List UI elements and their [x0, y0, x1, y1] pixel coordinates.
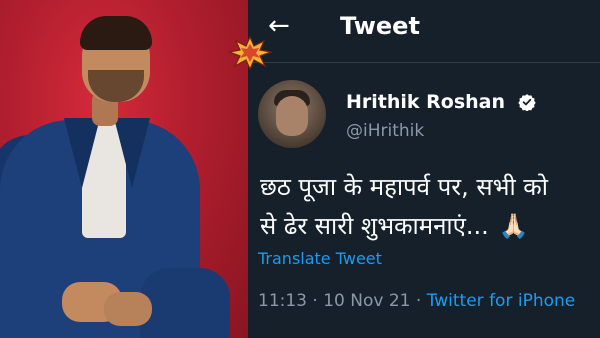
photo-hand-second — [104, 292, 152, 326]
folded-hands-emoji: 🙏🏻 — [498, 212, 529, 240]
tweet-text: छठ पूजा के महापर्व पर, सभी को से ढेर सार… — [260, 168, 600, 246]
tweet-screen: ← Tweet Hrithik Roshan @iHrithik छठ पूजा… — [248, 0, 600, 338]
avatar-face — [276, 96, 308, 136]
celebrity-photo — [0, 0, 248, 338]
translate-tweet-link[interactable]: Translate Tweet — [258, 249, 382, 269]
tweet-time[interactable]: 11:13 — [258, 291, 307, 311]
verified-badge-icon — [517, 94, 536, 111]
burst-logo-icon — [228, 36, 272, 70]
tweet-meta: 11:13 · 10 Nov 21 · Twitter for iPhone — [258, 290, 575, 312]
author-name-row[interactable]: Hrithik Roshan — [346, 90, 536, 114]
author-handle[interactable]: @iHrithik — [346, 120, 424, 142]
meta-separator: · — [415, 291, 422, 311]
tweet-source-link[interactable]: Twitter for iPhone — [427, 291, 576, 311]
photo-lapel-left — [64, 118, 100, 188]
photo-trousers — [140, 268, 230, 338]
header-divider — [248, 62, 600, 63]
meta-separator: · — [312, 291, 318, 311]
photo-lapel-right — [114, 118, 150, 188]
page-title: Tweet — [340, 12, 420, 40]
avatar[interactable] — [258, 80, 326, 148]
photo-hair — [80, 16, 152, 50]
author-name[interactable]: Hrithik Roshan — [346, 91, 505, 113]
tweet-date[interactable]: 10 Nov 21 — [323, 291, 410, 311]
